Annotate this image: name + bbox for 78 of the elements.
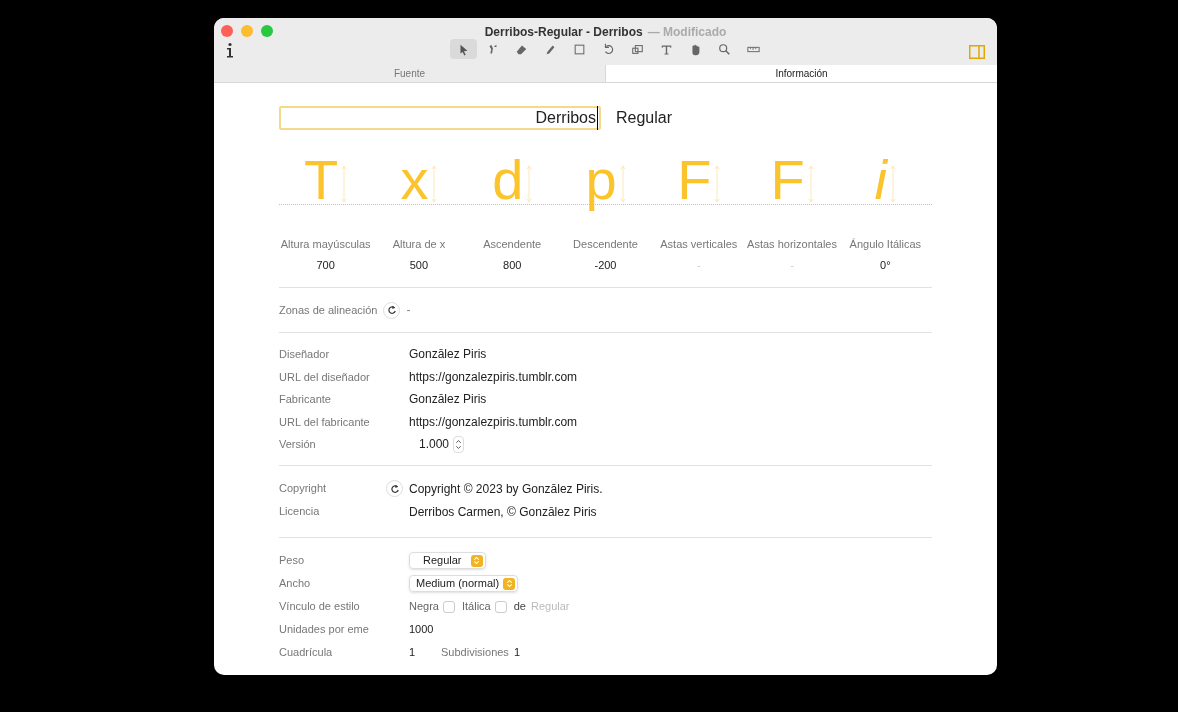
sidebar-toggle-icon[interactable] (969, 45, 985, 59)
dropdown-arrows-icon (470, 554, 483, 567)
field-label: Subdivisiones (441, 645, 509, 661)
family-name-field[interactable]: Derribos (279, 106, 601, 130)
field-value[interactable]: Derribos Carmen, © Gonzālez Piris (409, 502, 597, 521)
tab[interactable]: Fuente (214, 65, 605, 82)
metric-glyph: F (770, 152, 805, 208)
pointer-tool[interactable] (450, 39, 477, 59)
metric-arrow-icon (807, 164, 814, 204)
field-label: Diseñador (279, 347, 331, 362)
metric-value[interactable]: -200 (594, 256, 617, 273)
refresh-icon (386, 305, 397, 315)
zoom-button[interactable] (261, 25, 273, 37)
field-label: Cuadrícula (279, 645, 334, 661)
field-label: URL del diseñador (279, 369, 371, 385)
field-value: - (406, 302, 411, 319)
rotate-icon (602, 42, 615, 56)
arrow-pointer-icon (457, 42, 470, 56)
field-label: Zonas de alineación (279, 302, 378, 318)
metric-arrow-icon (714, 164, 721, 204)
field-value[interactable]: 1 (513, 644, 520, 661)
metric-value[interactable]: 500 (409, 256, 429, 273)
metric-arrow-icon (341, 164, 348, 204)
checkbox-label: Itálica (461, 599, 491, 615)
field-value[interactable]: 1 (409, 644, 441, 661)
refresh-icon (389, 483, 400, 494)
field-label: Fabricante (279, 392, 332, 407)
field-label: Unidades por eme (279, 622, 370, 638)
field-label: Peso (279, 553, 306, 569)
square-icon (573, 42, 586, 56)
resize-icon (631, 42, 644, 56)
style-name: Regular (616, 108, 673, 128)
metric-label: Descendente (573, 237, 638, 252)
field-label: Licencia (279, 504, 321, 520)
metric-label: Astas horizontales (747, 237, 837, 252)
modified-label: — Modificado (647, 24, 727, 41)
info-icon[interactable] (226, 42, 234, 58)
metric-glyph: F (677, 152, 712, 208)
field-label: Vínculo de estilo (279, 599, 361, 615)
dropdown-arrows-icon (503, 577, 516, 590)
field-label: Ancho (279, 576, 312, 592)
metric-label: Altura mayúsculas (280, 237, 371, 252)
width-dropdown[interactable]: Medium (normal) (409, 575, 519, 592)
field-label: de (513, 599, 526, 615)
metric-glyph: d (492, 152, 524, 208)
metric-glyph: x (400, 152, 429, 208)
metric-value[interactable]: 0° (880, 256, 891, 273)
metric-label: Ascendente (483, 237, 542, 252)
field-value[interactable]: 1000 (409, 621, 434, 638)
metric-glyph: T (304, 152, 339, 208)
close-button[interactable] (221, 25, 233, 37)
italic-checkbox[interactable] (494, 600, 507, 613)
metric-label: Astas verticales (660, 237, 738, 252)
field-value[interactable]: https://gonzalezpiris.tumblr.com (409, 412, 578, 431)
field-label: Copyright (279, 481, 328, 497)
version-field[interactable]: 1.000 (419, 435, 450, 453)
stepper-arrows-icon (455, 437, 463, 451)
metric-label: Ángulo Itálicas (849, 237, 922, 252)
metric-value[interactable]: 700 (316, 256, 335, 273)
metric-value[interactable]: 800 (503, 256, 522, 273)
checkbox-label: Negra (409, 599, 439, 615)
search-icon (718, 42, 731, 56)
metric-arrow-icon (431, 164, 438, 204)
field-label: URL del fabricante (279, 414, 371, 430)
metric-arrow-icon (526, 164, 533, 204)
field-value[interactable]: Gonzālez Piris (409, 345, 487, 364)
window-title: Derribos-Regular - Derribos (484, 24, 643, 41)
field-value[interactable]: Copyright © 2023 by Gonzālez Piris. (409, 479, 603, 498)
field-label: Versión (279, 436, 317, 452)
metric-arrow-icon (890, 164, 897, 204)
weight-dropdown[interactable]: Regular (409, 552, 486, 569)
bold-checkbox[interactable] (442, 600, 455, 613)
metric-arrow-icon (619, 164, 626, 204)
metric-label: Altura de x (392, 237, 446, 252)
field-value[interactable]: Gonzālez Piris (409, 390, 487, 409)
metric-glyph: i (874, 152, 888, 208)
field-value[interactable]: https://gonzalezpiris.tumblr.com (409, 367, 578, 386)
stepper[interactable] (453, 435, 465, 453)
